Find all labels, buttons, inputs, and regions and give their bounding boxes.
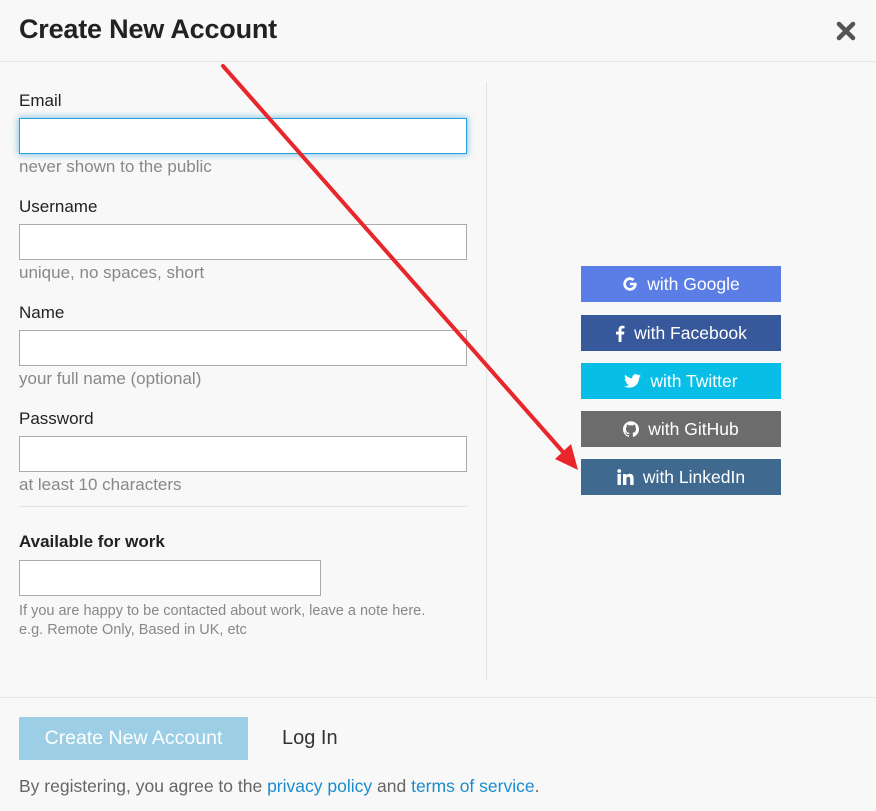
footer-divider [0, 697, 876, 698]
github-icon [623, 421, 640, 437]
terms-notice: By registering, you agree to the privacy… [19, 776, 539, 797]
close-icon [836, 21, 856, 41]
password-field[interactable] [19, 436, 467, 472]
email-label: Email [19, 91, 62, 110]
facebook-icon [615, 325, 625, 342]
terms-of-service-link[interactable]: terms of service [411, 776, 535, 796]
google-signup-label: with Google [647, 273, 740, 294]
modal-title: Create New Account [19, 14, 277, 44]
github-signup-label: with GitHub [648, 418, 739, 439]
close-button[interactable] [834, 19, 858, 43]
create-account-button[interactable]: Create New Account [19, 717, 248, 760]
column-divider [486, 82, 487, 680]
work-hint-line2: e.g. Remote Only, Based in UK, etc [19, 622, 247, 638]
password-label: Password [19, 409, 94, 428]
work-hint-line1: If you are happy to be contacted about w… [19, 603, 426, 619]
name-hint: your full name (optional) [19, 369, 202, 388]
github-signup-button[interactable]: with GitHub [581, 411, 781, 447]
username-hint: unique, no spaces, short [19, 263, 205, 282]
username-label: Username [19, 197, 98, 216]
privacy-policy-link[interactable]: privacy policy [267, 776, 372, 796]
terms-prefix: By registering, you agree to the [19, 776, 263, 796]
twitter-signup-button[interactable]: with Twitter [581, 363, 781, 399]
google-signup-button[interactable]: with Google [581, 266, 781, 302]
username-field[interactable] [19, 224, 467, 260]
work-field[interactable] [19, 560, 321, 596]
name-field[interactable] [19, 330, 467, 366]
modal-header: Create New Account [0, 0, 876, 62]
facebook-signup-button[interactable]: with Facebook [581, 315, 781, 351]
annotation-arrowhead [555, 444, 578, 470]
twitter-icon [624, 374, 642, 388]
email-field[interactable] [19, 118, 467, 154]
work-label: Available for work [19, 532, 165, 551]
twitter-signup-label: with Twitter [650, 370, 738, 391]
password-hint: at least 10 characters [19, 475, 182, 494]
email-hint: never shown to the public [19, 157, 212, 176]
name-label: Name [19, 303, 65, 322]
linkedin-icon [617, 469, 634, 485]
terms-and: and [377, 776, 407, 796]
login-link[interactable]: Log In [282, 727, 338, 750]
google-icon [622, 276, 638, 292]
facebook-signup-label: with Facebook [634, 322, 747, 343]
work-hint: If you are happy to be contacted about w… [19, 602, 459, 640]
linkedin-signup-button[interactable]: with LinkedIn [581, 459, 781, 495]
linkedin-signup-label: with LinkedIn [642, 466, 746, 487]
terms-suffix: . [534, 776, 540, 796]
section-divider [19, 506, 467, 507]
